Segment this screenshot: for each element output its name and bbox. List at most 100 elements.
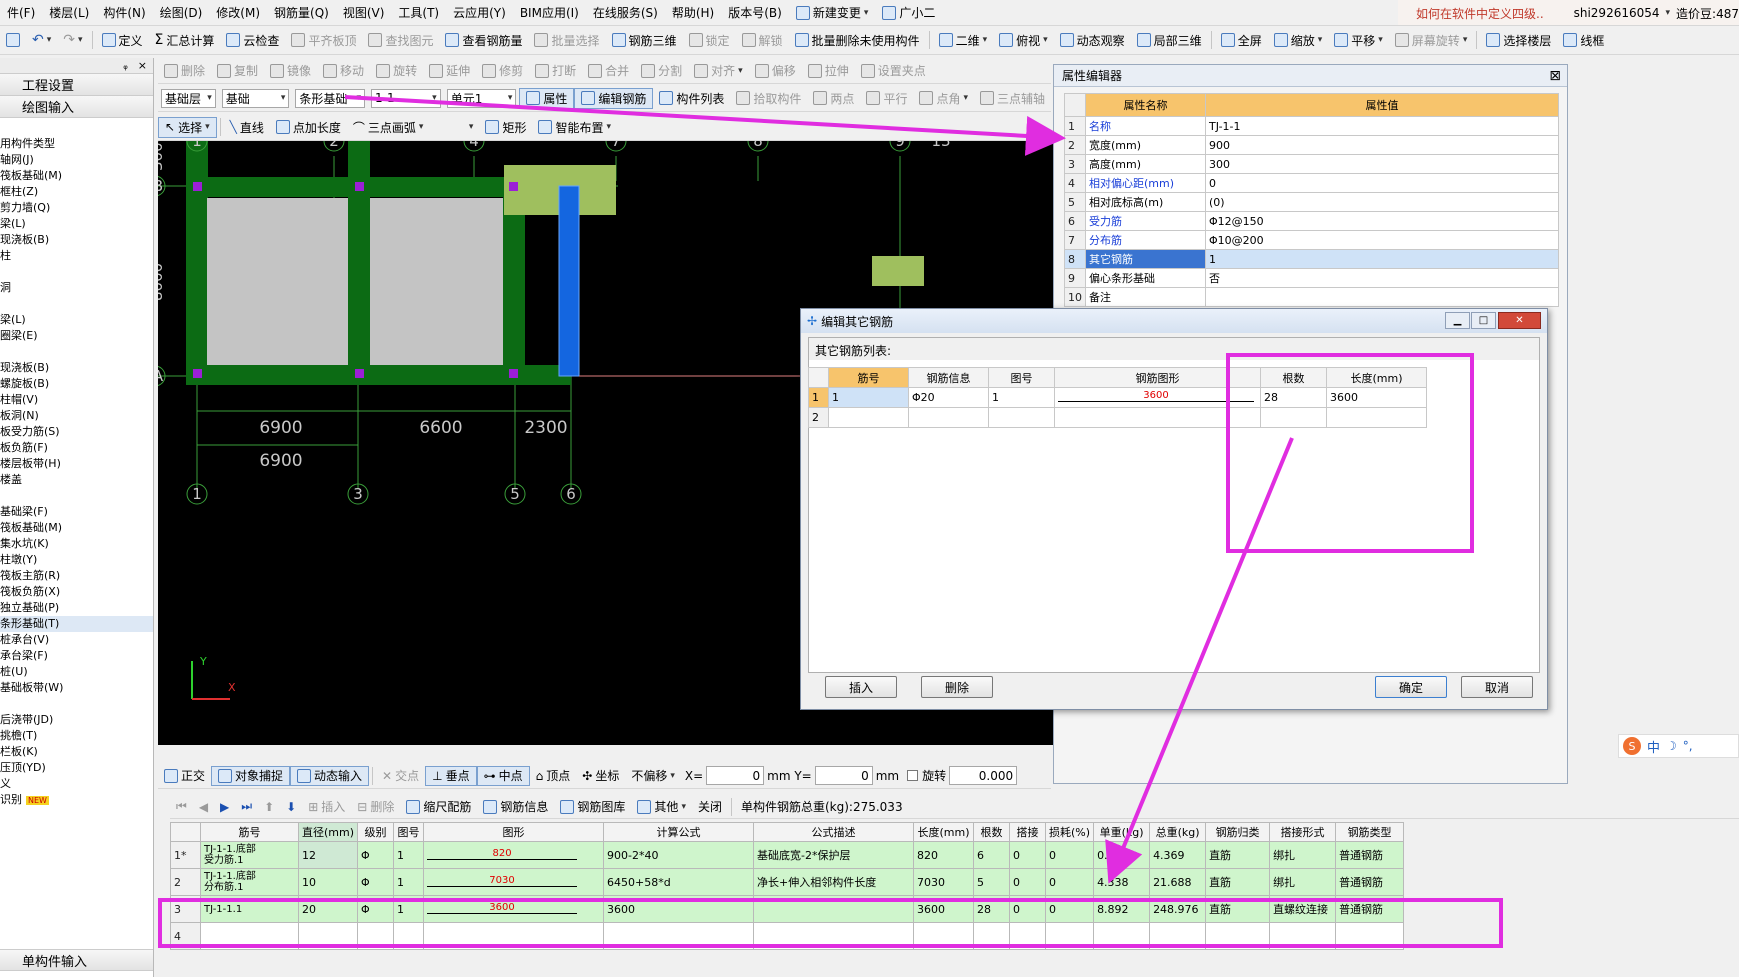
rebar-3d-button[interactable]: 钢筋三维 xyxy=(606,26,683,54)
top-view-button[interactable]: 俯视 ▾ xyxy=(993,26,1054,54)
batch-delete-unused-button[interactable]: 批量删除未使用构件 xyxy=(789,26,926,54)
floor-select[interactable]: 基础层 ▾ xyxy=(161,88,216,108)
grid-row[interactable]: 1* TJ-1-1.底部 受力筋.1 12 Φ 1 820 900-2*40 基础底宽-2*保… xyxy=(170,841,1405,869)
tree-item[interactable]: 集水坑(K) xyxy=(0,536,153,552)
set-grip-tool[interactable]: 设置夹点 xyxy=(855,58,932,83)
grid-cell-fig[interactable]: 1 xyxy=(393,868,425,896)
midpoint-snap[interactable]: ⊶ 中点 xyxy=(476,765,530,786)
tree-item[interactable]: 压顶(YD) xyxy=(0,760,153,776)
tree-item[interactable]: 桩(U) xyxy=(0,664,153,680)
menu-help[interactable]: 帮助(H) xyxy=(665,0,721,25)
rebar-library-button[interactable]: 钢筋图库 xyxy=(554,795,631,818)
cloud-check-button[interactable]: 云检查 xyxy=(220,26,285,54)
grid-cell-lv[interactable]: Φ xyxy=(357,868,395,896)
smart-layout-tool[interactable]: 智能布置 ▾ xyxy=(532,114,617,140)
unlock-button[interactable]: 解锁 xyxy=(736,26,789,54)
tree-item[interactable]: 圈梁(E) xyxy=(0,328,153,344)
properties-button[interactable]: 属性 xyxy=(519,87,575,109)
category-select[interactable]: 基础 ▾ xyxy=(221,88,290,108)
grid-cell-d[interactable]: 12 xyxy=(297,841,359,869)
component-list-button[interactable]: 构件列表 xyxy=(653,85,730,111)
rotate-checkbox[interactable] xyxy=(907,770,919,781)
property-value[interactable]: 1 xyxy=(1205,249,1559,269)
menu-cloud[interactable]: 云应用(Y) xyxy=(446,0,513,25)
trim-tool[interactable]: 修剪 xyxy=(476,58,529,83)
grid-cell-lv[interactable]: Φ xyxy=(357,841,395,869)
menu-modify[interactable]: 修改(M) xyxy=(209,0,267,25)
single-component-input-button[interactable]: 单构件输入 xyxy=(0,949,153,971)
grid-cell-cat[interactable]: 直筋 xyxy=(1205,868,1271,896)
grid-cell-formula[interactable]: 6450+58*d xyxy=(603,868,755,896)
menu-bim[interactable]: BIM应用(I) xyxy=(513,0,586,25)
split-tool[interactable]: 分割 xyxy=(635,58,688,83)
property-row[interactable]: 2 宽度(mm) 900 xyxy=(1064,135,1559,155)
grid-cell-name[interactable]: TJ-1-1.底部 受力筋.1 xyxy=(200,841,299,869)
screen-rotate-button[interactable]: 屏幕旋转 ▾ xyxy=(1389,26,1474,54)
grid-cell-len[interactable]: 7030 xyxy=(913,868,975,896)
last-record-button[interactable]: ⏭ xyxy=(235,795,258,818)
grid-cell-cnt[interactable]: 5 xyxy=(973,868,1011,896)
flush-slab-button[interactable]: 平齐板顶 xyxy=(285,26,362,54)
menu-view[interactable]: 视图(V) xyxy=(336,0,392,25)
edit-rebar-button[interactable]: 编辑钢筋 xyxy=(574,87,654,109)
type-select[interactable]: 条形基础 ▾ xyxy=(295,88,366,108)
unit-select[interactable]: 单元1 ▾ xyxy=(446,88,517,108)
x-input[interactable]: 0 xyxy=(706,766,765,785)
property-value[interactable]: TJ-1-1 xyxy=(1205,116,1559,136)
property-row[interactable]: 3 高度(mm) 300 xyxy=(1064,154,1559,174)
grid-cell-shape[interactable]: 7030 xyxy=(423,868,605,896)
view-rebar-qty-button[interactable]: 查看钢筋量 xyxy=(439,26,528,54)
grid-cell-name[interactable]: TJ-1-1.底部 分布筋.1 xyxy=(200,868,299,896)
menu-component[interactable]: 构件(N) xyxy=(96,0,152,25)
pan-button[interactable]: 平移 ▾ xyxy=(1328,26,1389,54)
grid-cell-lap[interactable]: 0 xyxy=(1009,841,1047,869)
three-point-arc-tool[interactable]: ⌒ 三点画弧 ▾ xyxy=(347,114,430,140)
offset-tool[interactable]: 偏移 xyxy=(749,58,802,83)
grid-cell-total[interactable]: 4.369 xyxy=(1149,841,1207,869)
stretch-tool[interactable]: 拉伸 xyxy=(802,58,855,83)
save-button[interactable] xyxy=(0,26,26,54)
property-row[interactable]: 5 相对底标高(m) (0) xyxy=(1064,192,1559,212)
grid-cell-loss[interactable]: 0 xyxy=(1045,841,1095,869)
tree-item[interactable]: 用构件类型 xyxy=(0,136,153,152)
move-up-button[interactable]: ⬆ xyxy=(258,795,280,818)
ime-toolbar[interactable]: S 中 ☽ °, xyxy=(1618,734,1739,758)
tree-item[interactable]: 条形基础(T) xyxy=(0,616,153,632)
mirror-tool[interactable]: 镜像 xyxy=(264,58,317,83)
figure-no-cell[interactable]: 1 xyxy=(988,387,1055,408)
tree-item[interactable]: 楼盖 xyxy=(0,472,153,488)
tree-item[interactable]: 板负筋(F) xyxy=(0,440,153,456)
tree-item[interactable]: 梁(L) xyxy=(0,312,153,328)
tree-item[interactable] xyxy=(0,264,153,280)
property-row[interactable]: 8 其它钢筋 1 xyxy=(1064,249,1559,269)
grid-cell-laptype[interactable]: 绑扎 xyxy=(1269,868,1337,896)
property-row[interactable]: 7 分布筋 Φ10@200 xyxy=(1064,230,1559,250)
property-row[interactable]: 10 备注 xyxy=(1064,287,1559,307)
tree-item[interactable]: 框柱(Z) xyxy=(0,184,153,200)
property-value[interactable]: 0 xyxy=(1205,173,1559,193)
intersection-snap[interactable]: ✕ 交点 xyxy=(376,763,425,788)
perpendicular-snap[interactable]: ⊥ 垂点 xyxy=(425,765,477,786)
grid-cell-unit[interactable]: 0.728 xyxy=(1093,841,1151,869)
rebar-info-cell[interactable]: Φ20 xyxy=(908,387,989,408)
menu-rebar[interactable]: 钢筋量(Q) xyxy=(267,0,336,25)
rebar-info-button[interactable]: 钢筋信息 xyxy=(477,795,554,818)
tree-item[interactable] xyxy=(0,696,153,712)
tree-item[interactable]: 柱 xyxy=(0,248,153,264)
tree-item[interactable]: 现浇板(B) xyxy=(0,360,153,376)
tree-item[interactable] xyxy=(0,344,153,360)
tree-item[interactable]: 桩承台(V) xyxy=(0,632,153,648)
menu-guangxiaoer[interactable]: 广小二 xyxy=(875,0,942,25)
next-record-button[interactable]: ▶ xyxy=(214,795,235,818)
insert-button[interactable]: 插入 xyxy=(825,676,897,698)
drawing-input-button[interactable]: 绘图输入 xyxy=(0,96,153,118)
grid-cell-len[interactable]: 820 xyxy=(913,841,975,869)
first-record-button[interactable]: ⏮ xyxy=(170,795,193,818)
pick-component-button[interactable]: 拾取构件 xyxy=(730,85,807,111)
tree-item[interactable]: 识别 NEW xyxy=(0,792,153,808)
menu-new-change[interactable]: 新建变更 ▾ xyxy=(789,0,876,25)
tree-item[interactable]: 剪力墙(Q) xyxy=(0,200,153,216)
delete-button[interactable]: 删除 xyxy=(921,676,993,698)
raft-slab[interactable] xyxy=(207,198,348,365)
tree-item[interactable]: 挑檐(T) xyxy=(0,728,153,744)
